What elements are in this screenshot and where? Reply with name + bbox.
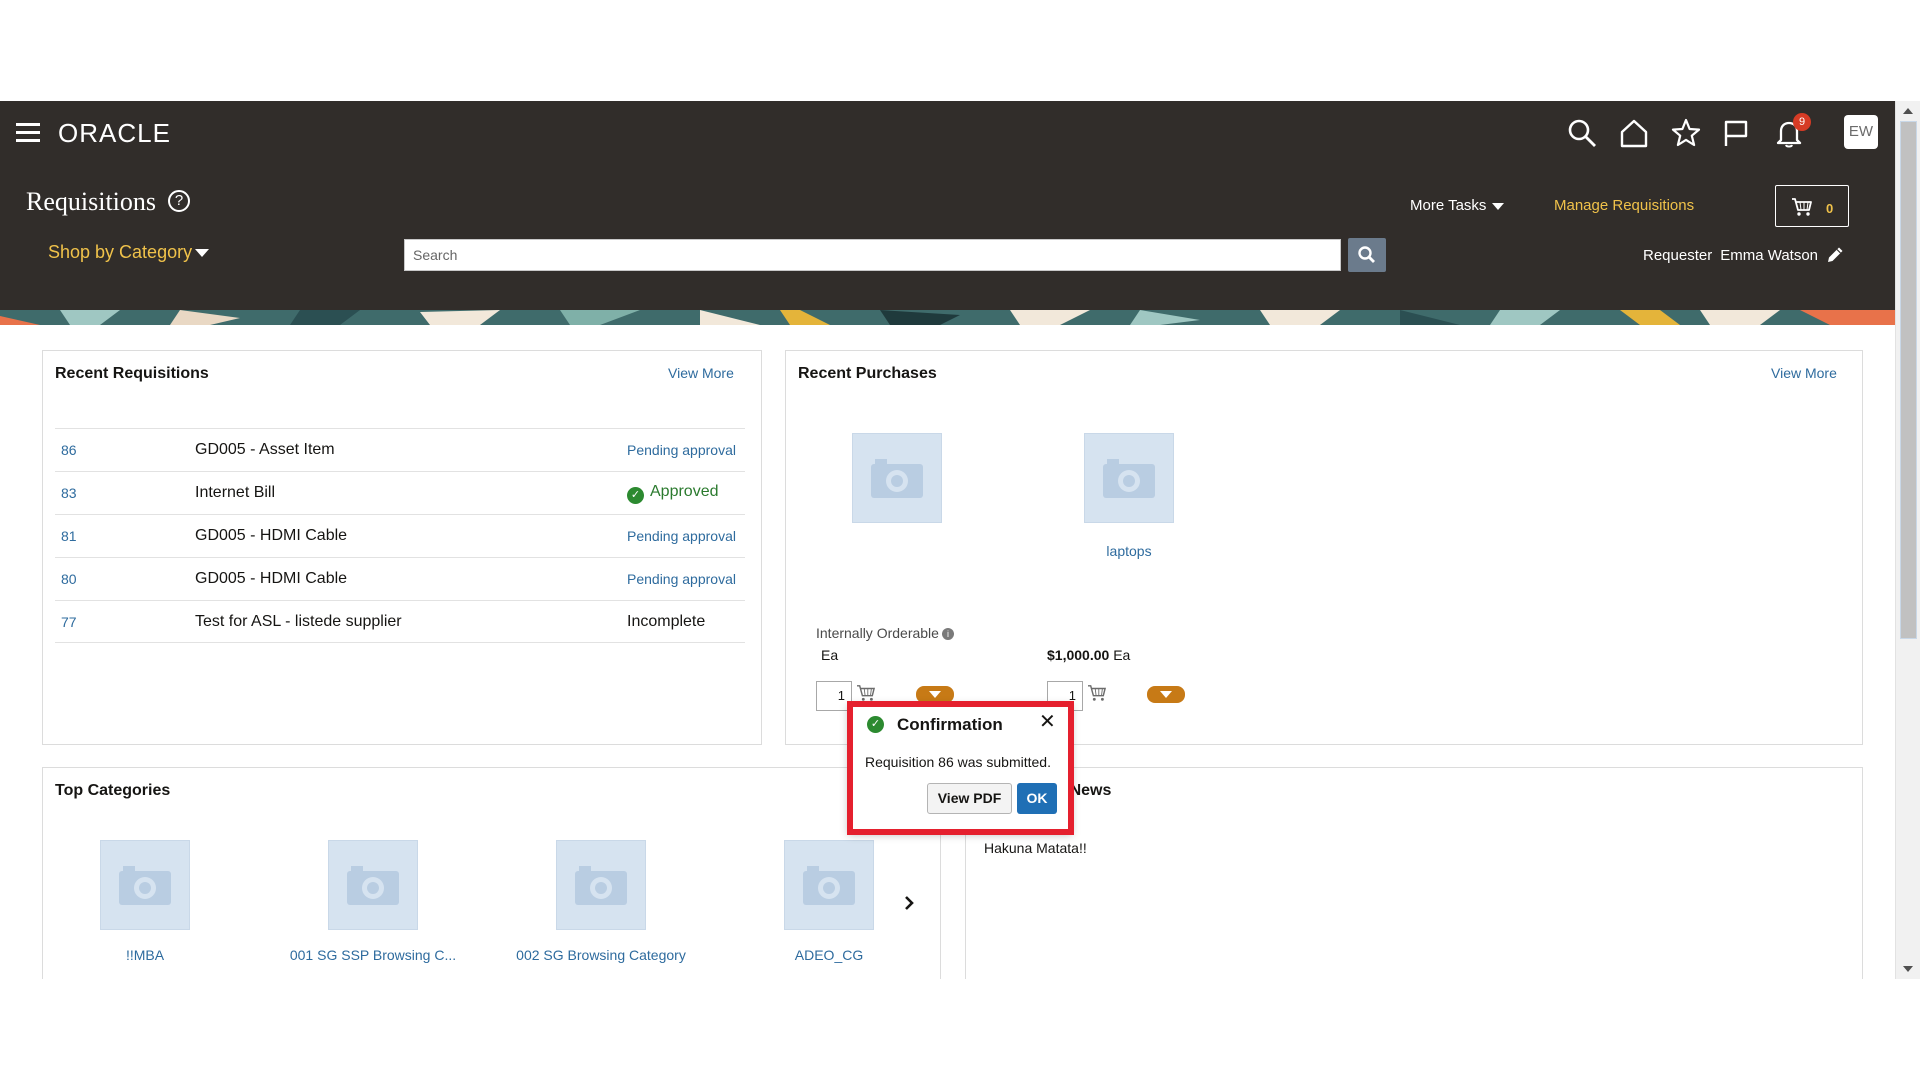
approved-check-icon: ✓ bbox=[627, 487, 644, 504]
search-icon bbox=[1358, 246, 1375, 263]
vertical-scrollbar[interactable] bbox=[1895, 101, 1920, 979]
top-categories-panel: Top Categories !!MBA 001 SG SSP Browsing… bbox=[42, 767, 941, 979]
recent-requisitions-view-more-link[interactable]: View More bbox=[668, 365, 734, 381]
chevron-right-icon[interactable] bbox=[899, 893, 919, 913]
requisition-status-link[interactable]: Pending approval bbox=[627, 442, 736, 458]
requisition-number-link[interactable]: 81 bbox=[61, 528, 77, 544]
page-title: Requisitions bbox=[26, 187, 157, 216]
recent-requisitions-title: Recent Requisitions bbox=[55, 365, 209, 382]
chevron-down-icon bbox=[195, 249, 210, 258]
item-price: $1,000.00 Ea bbox=[1047, 647, 1130, 663]
availability-label: Internally Orderable bbox=[816, 625, 939, 641]
scroll-up-arrow-icon[interactable] bbox=[1903, 108, 1913, 114]
top-categories-title: Top Categories bbox=[55, 782, 171, 799]
category-name-link[interactable]: ADEO_CG bbox=[759, 947, 899, 963]
annotation-highlight-box bbox=[847, 701, 1074, 835]
chevron-down-icon bbox=[1492, 202, 1505, 210]
requisition-number-link[interactable]: 80 bbox=[61, 571, 77, 587]
recent-purchases-panel: Recent Purchases View More Internally Or… bbox=[785, 350, 1863, 745]
recent-purchases-view-more-link[interactable]: View More bbox=[1771, 365, 1837, 381]
requisition-number-link[interactable]: 86 bbox=[61, 442, 77, 458]
purchasing-news-text: Hakuna Matata!! bbox=[984, 840, 1087, 856]
requester-label: Requester bbox=[1643, 247, 1713, 264]
help-icon[interactable]: ? bbox=[168, 190, 190, 212]
notification-count-badge: 9 bbox=[1793, 113, 1811, 131]
chevron-down-icon bbox=[1160, 691, 1172, 698]
decorative-banner bbox=[0, 310, 1895, 325]
item-image-placeholder[interactable] bbox=[852, 433, 942, 523]
shopping-cart-button[interactable]: 0 bbox=[1775, 185, 1849, 227]
requisition-status-link[interactable]: Pending approval bbox=[627, 571, 736, 587]
camera-icon bbox=[1103, 459, 1155, 498]
requisition-status-text: Approved bbox=[650, 483, 719, 500]
cart-icon bbox=[1792, 198, 1812, 216]
requisition-description: GD005 - HDMI Cable bbox=[195, 527, 348, 544]
shop-by-category-menu[interactable]: Shop by Category bbox=[48, 242, 210, 263]
recent-requisitions-panel: Recent Requisitions View More 86 GD005 -… bbox=[42, 350, 762, 745]
item-name-link[interactable]: laptops bbox=[1084, 543, 1174, 559]
requisition-status-link[interactable]: Pending approval bbox=[627, 528, 736, 544]
home-icon[interactable] bbox=[1618, 117, 1650, 149]
item-uom: Ea bbox=[1113, 647, 1131, 663]
item-image-placeholder[interactable] bbox=[1084, 433, 1174, 523]
user-avatar[interactable]: EW bbox=[1844, 115, 1878, 149]
requisition-row[interactable]: 81 GD005 - HDMI Cable Pending approval bbox=[55, 514, 745, 557]
requisition-number-link[interactable]: 83 bbox=[61, 485, 77, 501]
scrollbar-thumb[interactable] bbox=[1900, 121, 1917, 639]
oracle-procurement-app: ORACLE 9 EW Requisitions ? Shop by Categ… bbox=[0, 101, 1920, 979]
search-input[interactable]: Search bbox=[404, 239, 1341, 271]
requisition-description: Test for ASL - listede supplier bbox=[195, 613, 402, 630]
cart-count: 0 bbox=[1826, 201, 1834, 216]
item-price-value: $1,000.00 bbox=[1047, 647, 1110, 663]
global-header: ORACLE 9 EW Requisitions ? Shop by Categ… bbox=[0, 101, 1895, 325]
search-button[interactable] bbox=[1348, 238, 1386, 272]
requester-info: Requester Emma Watson bbox=[1643, 247, 1818, 264]
requisition-row[interactable]: 86 GD005 - Asset Item Pending approval bbox=[55, 428, 745, 471]
more-tasks-label: More Tasks bbox=[1410, 197, 1487, 214]
add-to-cart-icon[interactable] bbox=[1087, 684, 1107, 707]
category-name-link[interactable]: 001 SG SSP Browsing C... bbox=[273, 947, 473, 963]
camera-icon bbox=[803, 866, 855, 905]
category-name-link[interactable]: 002 SG Browsing Category bbox=[496, 947, 706, 963]
hamburger-menu-icon[interactable] bbox=[16, 123, 40, 143]
edit-requester-pencil-icon[interactable] bbox=[1825, 245, 1845, 270]
purchasing-news-panel: Purchasing News Hakuna Matata!! bbox=[965, 767, 1863, 979]
manage-requisitions-link[interactable]: Manage Requisitions bbox=[1554, 197, 1694, 214]
search-icon[interactable] bbox=[1566, 117, 1598, 149]
watchlist-flag-icon[interactable] bbox=[1720, 117, 1752, 149]
category-image-placeholder[interactable] bbox=[328, 840, 418, 930]
requisition-row[interactable]: 80 GD005 - HDMI Cable Pending approval bbox=[55, 557, 745, 600]
requisition-number-link[interactable]: 77 bbox=[61, 614, 77, 630]
requisition-row[interactable]: 77 Test for ASL - listede supplier Incom… bbox=[55, 600, 745, 643]
requester-name: Emma Watson bbox=[1720, 247, 1819, 264]
requisition-description: Internet Bill bbox=[195, 484, 276, 501]
category-image-placeholder[interactable] bbox=[556, 840, 646, 930]
dashboard-content: Recent Requisitions View More 86 GD005 -… bbox=[0, 325, 1895, 979]
shop-by-category-label: Shop by Category bbox=[48, 242, 193, 262]
favorites-star-icon[interactable] bbox=[1670, 117, 1702, 149]
availability-text: Internally Orderable i bbox=[816, 625, 954, 641]
oracle-logo[interactable]: ORACLE bbox=[58, 118, 171, 149]
category-image-placeholder[interactable] bbox=[784, 840, 874, 930]
camera-icon bbox=[575, 866, 627, 905]
camera-icon bbox=[347, 866, 399, 905]
category-image-placeholder[interactable] bbox=[100, 840, 190, 930]
more-tasks-menu[interactable]: More Tasks bbox=[1410, 197, 1505, 214]
item-actions-menu-button[interactable] bbox=[1147, 686, 1185, 703]
requisition-description: GD005 - Asset Item bbox=[195, 441, 335, 458]
chevron-down-icon bbox=[929, 691, 941, 698]
camera-icon bbox=[119, 866, 171, 905]
recent-purchases-title: Recent Purchases bbox=[798, 365, 937, 382]
scroll-down-arrow-icon[interactable] bbox=[1903, 966, 1913, 972]
item-uom: Ea bbox=[821, 647, 839, 663]
requisition-status-text: Incomplete bbox=[627, 613, 706, 630]
camera-icon bbox=[871, 459, 923, 498]
category-name-link[interactable]: !!MBA bbox=[65, 947, 225, 963]
info-icon[interactable]: i bbox=[941, 628, 954, 640]
requisition-status-approved: ✓ Approved bbox=[627, 483, 719, 504]
requisition-description: GD005 - HDMI Cable bbox=[195, 570, 348, 587]
requisition-row[interactable]: 83 Internet Bill ✓ Approved bbox=[55, 471, 745, 514]
